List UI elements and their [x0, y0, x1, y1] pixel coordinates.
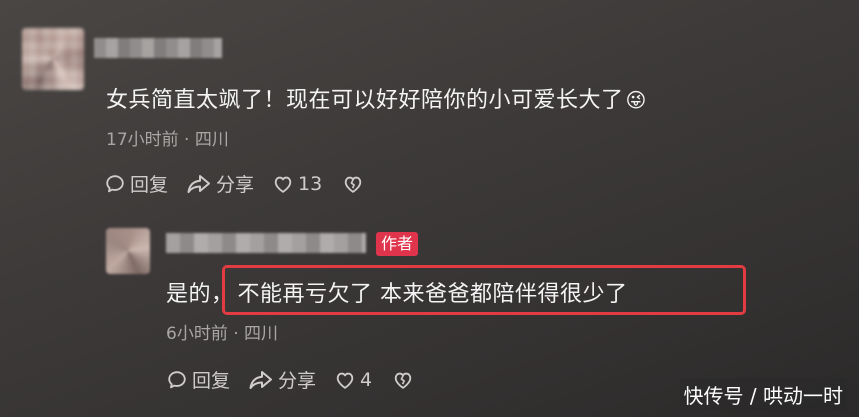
- share-arrow-icon: [249, 370, 273, 389]
- author-badge: 作者: [376, 232, 419, 256]
- broken-heart-icon: [344, 176, 362, 193]
- highlight-annotation-box: [222, 265, 746, 315]
- commenter-avatar[interactable]: [22, 28, 84, 90]
- comment-like-button[interactable]: 13: [272, 173, 322, 195]
- share-label: 分享: [278, 370, 317, 392]
- comment-bubble-icon: [106, 174, 124, 192]
- author-avatar[interactable]: [106, 228, 150, 274]
- broken-heart-icon: [394, 372, 412, 389]
- comment-body: 女兵简直太飒了！现在可以好好陪你的小可爱长大了: [106, 88, 624, 113]
- reply-meta: 6小时前 · 四川: [166, 324, 279, 344]
- comment-share-button[interactable]: 分享: [186, 170, 254, 197]
- like-count: 13: [298, 172, 323, 195]
- wink-emoji: 😜: [625, 88, 647, 112]
- heart-icon: [274, 176, 292, 193]
- like-count: 4: [360, 368, 373, 391]
- comment-bubble-icon: [168, 370, 186, 388]
- share-label: 分享: [216, 174, 255, 196]
- reply-label: 回复: [130, 174, 169, 196]
- comment-text: 女兵简直太飒了！现在可以好好陪你的小可爱长大了 😜: [106, 82, 647, 114]
- reply-label: 回复: [192, 370, 231, 392]
- comment-dislike-button[interactable]: [342, 173, 364, 195]
- comment-reply-button[interactable]: 回复: [104, 170, 168, 197]
- commenter-name-blurred[interactable]: [94, 38, 222, 58]
- reply-dislike-button[interactable]: [392, 369, 414, 391]
- reply-share-button[interactable]: 分享: [248, 366, 316, 393]
- author-name-blurred[interactable]: [166, 233, 366, 253]
- comment-actions: 回复 分享 13: [104, 170, 364, 197]
- comment-meta: 17小时前 · 四川: [106, 130, 229, 150]
- reply-like-button[interactable]: 4: [334, 369, 372, 391]
- share-arrow-icon: [187, 174, 211, 193]
- source-watermark: 快传号 / 哄动一时: [679, 378, 847, 411]
- heart-icon: [336, 372, 354, 389]
- reply-actions: 回复 分享 4: [166, 366, 414, 393]
- reply-reply-button[interactable]: 回复: [166, 366, 230, 393]
